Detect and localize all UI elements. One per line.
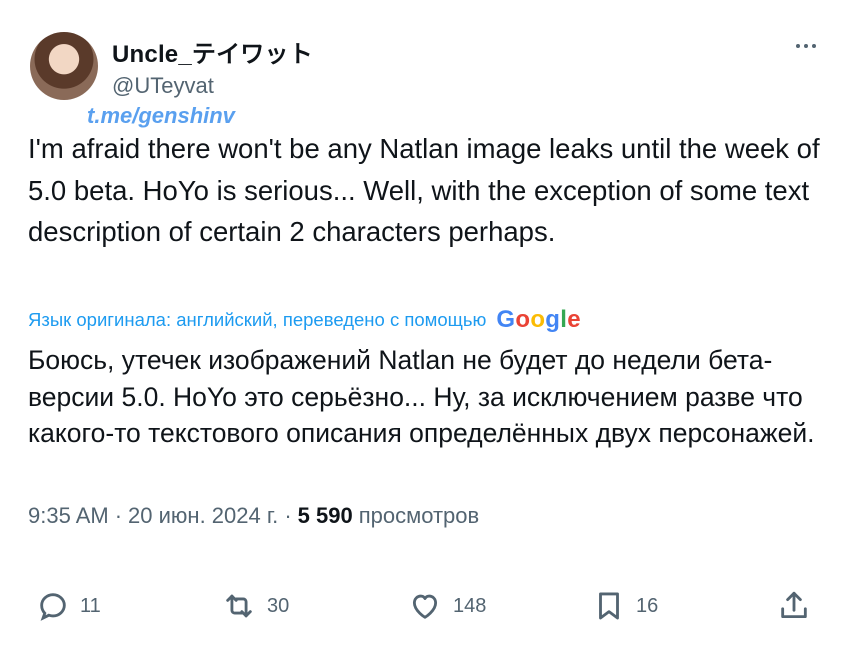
more-icon [796, 44, 800, 48]
translated-text: Боюсь, утечек изображений Natlan не буде… [28, 345, 815, 448]
author-display-name[interactable]: Uncle_テイワット [112, 34, 313, 69]
author-handle[interactable]: @UTeyvat [112, 73, 214, 99]
tweet-date[interactable]: 20 июн. 2024 г. [128, 503, 278, 529]
like-button[interactable]: 148 [407, 584, 486, 628]
reply-icon [40, 593, 66, 621]
like-icon [412, 594, 438, 619]
repost-count: 30 [267, 594, 290, 617]
reply-button[interactable]: 11 [36, 584, 101, 628]
more-icon-dot [804, 44, 808, 48]
tweet-time[interactable]: 9:35 AM [28, 503, 109, 529]
watermark-link: t.me/genshinv [87, 103, 235, 128]
like-count: 148 [453, 594, 487, 617]
tweet-text: I'm afraid there won't be any Natlan ima… [28, 133, 820, 247]
bookmark-button[interactable]: 16 [592, 584, 658, 628]
share-icon [781, 591, 807, 619]
share-button[interactable] [777, 584, 811, 628]
views-count: 5 590 [297, 503, 353, 528]
reply-count: 11 [80, 594, 101, 617]
repost-button[interactable]: 30 [221, 584, 289, 628]
translation-note[interactable]: Язык оригинала: английский, переведено с… [28, 306, 581, 334]
google-logo: Google [496, 306, 581, 333]
views-label: просмотров [358, 503, 480, 528]
action-bar: 11 30 148 16 [0, 584, 851, 628]
more-options-button[interactable] [786, 34, 826, 58]
repost-icon [226, 594, 252, 618]
tweet-meta: 9:35 AM · 20 июн. 2024 г. · 5 590 просмо… [28, 503, 479, 529]
bookmark-icon [599, 592, 619, 620]
translation-note-text: Язык оригинала: английский, переведено с… [28, 309, 487, 330]
meta-separator: · [114, 503, 123, 528]
more-icon-dot [812, 44, 816, 48]
meta-separator: · [284, 503, 292, 528]
author-avatar[interactable] [30, 32, 98, 100]
bookmark-count: 16 [636, 594, 659, 617]
